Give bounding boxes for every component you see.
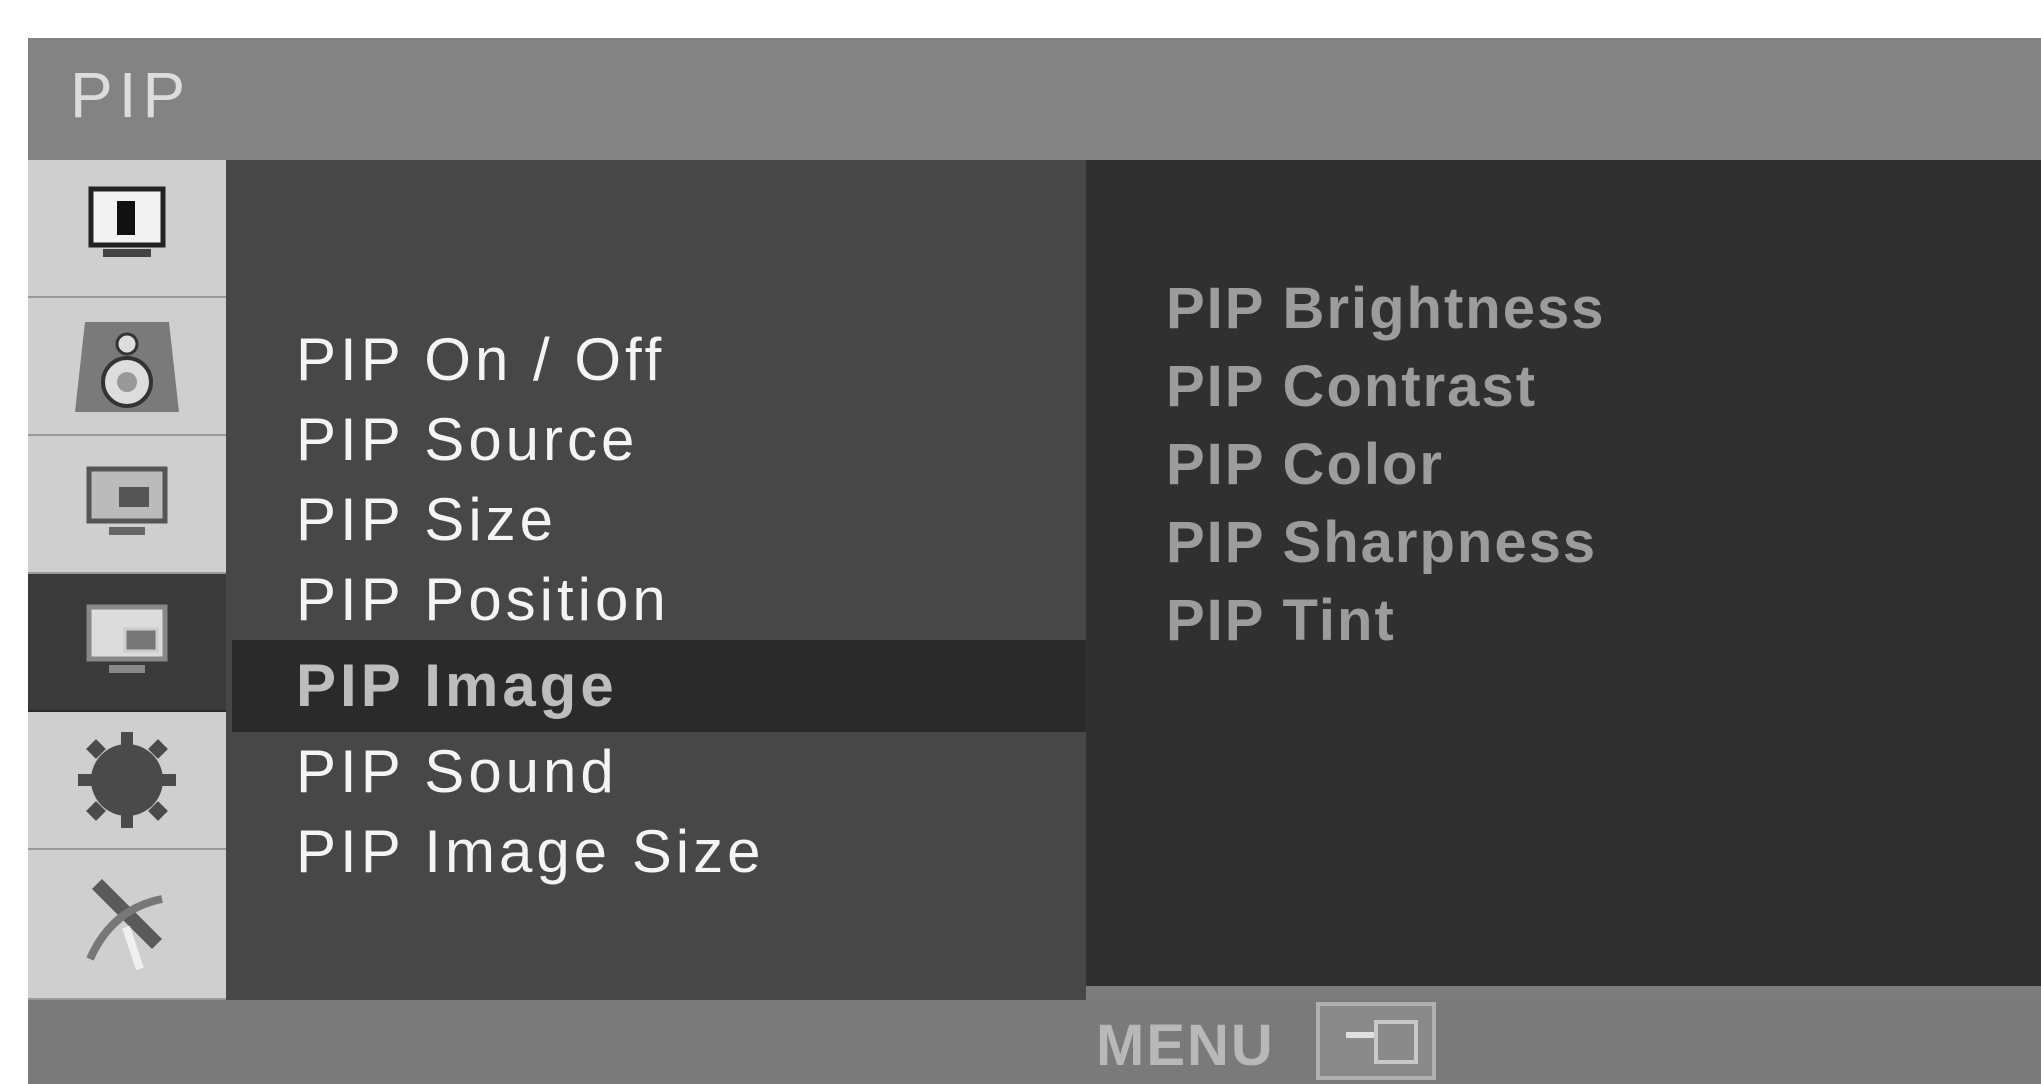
satellite-dish-icon: [86, 879, 163, 971]
submenu-item-pip-brightness[interactable]: PIP Brightness: [1166, 270, 1606, 348]
gear-icon: [78, 732, 176, 828]
window-title: PIP: [70, 59, 192, 131]
back-arrow-icon: [1346, 1032, 1376, 1038]
tab-antenna[interactable]: [28, 850, 226, 1000]
main-menu: PIP On / Off PIP Source PIP Size PIP Pos…: [226, 160, 1086, 1000]
category-tabs: [28, 160, 226, 1000]
menu-hint-label: MENU: [1096, 1013, 1275, 1078]
menu-list: PIP On / Off PIP Source PIP Size PIP Pos…: [226, 320, 1086, 892]
submenu-item-pip-color[interactable]: PIP Color: [1166, 426, 1606, 504]
menu-item-pip-source[interactable]: PIP Source: [226, 400, 1086, 480]
submenu-item-pip-sharpness[interactable]: PIP Sharpness: [1166, 504, 1606, 582]
title-bar: PIP: [28, 38, 2041, 160]
tab-setup[interactable]: [28, 712, 226, 850]
square-icon: [1374, 1020, 1418, 1064]
tab-sound[interactable]: [28, 298, 226, 436]
footer-bar: MENU: [28, 1000, 2041, 1084]
pip-icon: [86, 604, 168, 673]
tab-pip[interactable]: [28, 574, 226, 712]
menu-key-icon[interactable]: [1316, 1002, 1436, 1080]
submenu-item-pip-contrast[interactable]: PIP Contrast: [1166, 348, 1606, 426]
menu-item-pip-on-off[interactable]: PIP On / Off: [226, 320, 1086, 400]
menu-item-pip-sound[interactable]: PIP Sound: [226, 732, 1086, 812]
osd-window: PIP PIP On / Off PIP Source PIP Size PIP…: [28, 38, 2041, 1084]
submenu-panel: PIP Brightness PIP Contrast PIP Color PI…: [1086, 160, 2041, 986]
menu-item-pip-image[interactable]: PIP Image: [232, 640, 1086, 732]
menu-item-pip-position[interactable]: PIP Position: [226, 560, 1086, 640]
picture-icon: [88, 186, 166, 257]
submenu-item-pip-tint[interactable]: PIP Tint: [1166, 582, 1606, 660]
submenu-list: PIP Brightness PIP Contrast PIP Color PI…: [1166, 270, 1606, 660]
menu-item-pip-image-size[interactable]: PIP Image Size: [226, 812, 1086, 892]
tab-picture[interactable]: [28, 160, 226, 298]
menu-item-pip-size[interactable]: PIP Size: [226, 480, 1086, 560]
speaker-icon: [75, 322, 179, 412]
monitor-icon: [86, 466, 168, 535]
tab-screen[interactable]: [28, 436, 226, 574]
